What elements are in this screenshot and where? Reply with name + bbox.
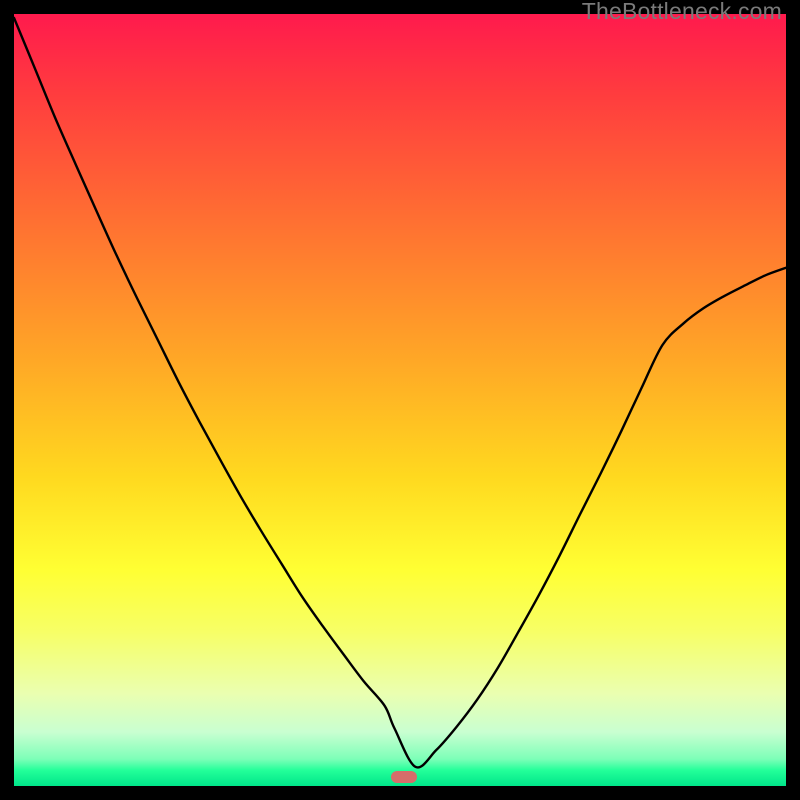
optimal-marker [391,771,417,783]
chart-frame: TheBottleneck.com [0,0,800,800]
plot-area [14,14,786,786]
watermark-text: TheBottleneck.com [582,0,782,25]
bottleneck-curve [14,14,786,786]
